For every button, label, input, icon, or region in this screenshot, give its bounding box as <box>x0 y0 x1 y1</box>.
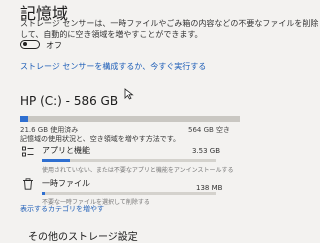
storage-sense-toggle-state: オフ <box>46 41 62 50</box>
apps-list-icon <box>22 146 34 157</box>
storage-sense-description: ストレージ センサーは、一時ファイルやごみ箱の内容などの不要なファイルを削除 し… <box>20 18 318 40</box>
category-usage-fill <box>42 159 70 162</box>
drive-free-label: 564 GB 空き <box>188 126 231 134</box>
category-name: アプリと機能 <box>42 146 90 155</box>
category-usage-bar <box>42 159 216 162</box>
category-usage-fill <box>42 192 45 195</box>
storage-sense-toggle[interactable] <box>20 40 40 49</box>
category-size: 138 MB <box>196 184 223 192</box>
storage-sense-description-line: して、自動的に空き領域を増やすことができます。 <box>20 30 203 39</box>
drive-usage-fill <box>20 116 29 122</box>
show-more-categories-link[interactable]: 表示するカテゴリを増やす <box>20 204 104 214</box>
storage-sense-description-line: ストレージ センサーは、一時ファイルやごみ箱の内容などの不要なファイルを削除 <box>20 19 319 28</box>
trash-icon <box>23 178 33 190</box>
category-name: 一時ファイル <box>42 179 90 188</box>
toggle-knob <box>23 42 27 46</box>
drive-title: HP (C:) - 586 GB <box>20 94 119 108</box>
category-description: 使用されていない、または不要なアプリと機能をアンインストールする <box>42 167 234 174</box>
drive-usage-bar <box>20 116 240 122</box>
other-storage-settings-heading: その他のストレージ設定 <box>28 232 138 243</box>
mouse-cursor-icon <box>124 88 134 100</box>
category-usage-bar <box>42 192 216 195</box>
configure-storage-sense-link[interactable]: ストレージ センサーを構成するか、今すぐ実行する <box>20 61 206 72</box>
category-size: 3.53 GB <box>192 147 221 155</box>
